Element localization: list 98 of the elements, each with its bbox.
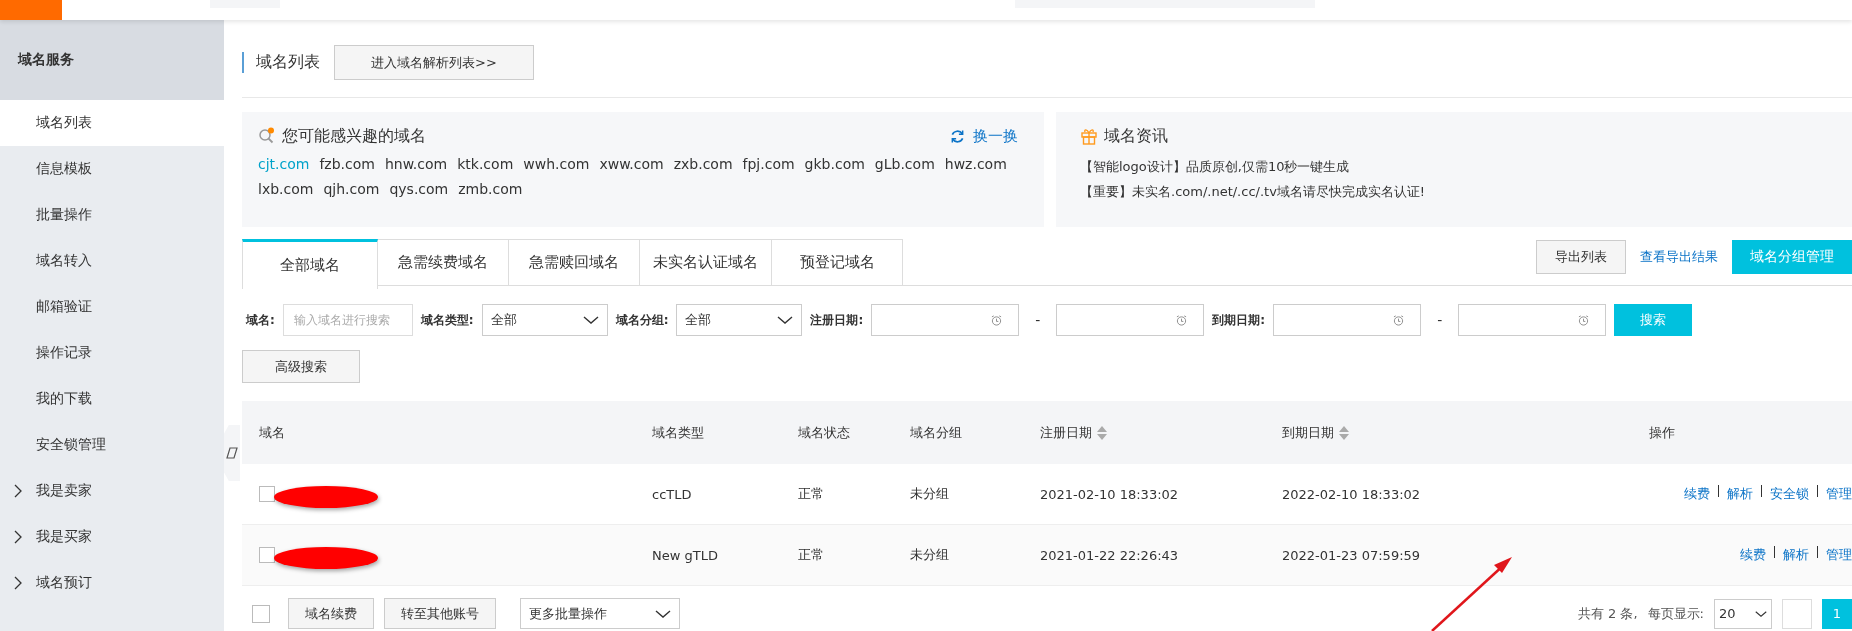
export-results-link[interactable]: 查看导出结果	[1640, 248, 1718, 266]
column-header[interactable]: 注册日期	[1040, 423, 1108, 442]
tab[interactable]: 预登记域名	[772, 239, 903, 285]
domain-link[interactable]: fzb.com	[319, 154, 375, 175]
range-separator: -	[1034, 312, 1042, 328]
sort-icon	[1338, 424, 1350, 441]
action-link[interactable]: 管理	[1826, 546, 1852, 564]
domain-link[interactable]: lxb.com	[258, 179, 314, 200]
domain-link[interactable]: wwh.com	[523, 154, 590, 175]
sort-icon	[1096, 424, 1108, 441]
total-count: 共有 2 条,	[1577, 604, 1638, 623]
batch-button[interactable]: 转至其他账号	[384, 598, 496, 629]
domain-link[interactable]: fpj.com	[742, 154, 795, 175]
chevron-icon	[13, 576, 23, 590]
alarm-clock-icon	[1578, 314, 1590, 326]
table-cell-text: 2022-02-10 18:33:02	[1282, 486, 1422, 502]
filter-label: 注册日期:	[810, 311, 864, 329]
chevron-icon	[13, 530, 23, 544]
checkbox[interactable]	[259, 486, 275, 502]
tab[interactable]: 急需赎回域名	[509, 239, 640, 285]
alarm-clock-icon	[1176, 314, 1188, 326]
alarm-clock-icon	[991, 314, 1003, 326]
news-link[interactable]: 【重要】未实名.com/.net/.cc/.tv域名请尽快完成实名认证!	[1080, 179, 1836, 204]
type-dropdown[interactable]: 全部	[481, 304, 608, 336]
filter-label: 域名:	[246, 311, 275, 329]
chevron-icon	[13, 484, 23, 498]
table-cell-text: New gTLD	[652, 547, 719, 563]
collapse-handle[interactable]	[224, 425, 240, 481]
table-cell-text: 未分组	[910, 485, 950, 503]
domain-search-field[interactable]: 输入域名进行搜索	[282, 304, 413, 336]
action-link[interactable]: 安全锁	[1770, 485, 1809, 503]
caret-icon	[1755, 609, 1767, 618]
column-header: 域名状态	[798, 423, 850, 442]
column-header: 域名分组	[910, 423, 962, 442]
export-button[interactable]: 导出列表	[1536, 240, 1626, 274]
tab[interactable]: 急需续费域名	[378, 239, 509, 285]
sidebar-header: 域名服务	[0, 20, 224, 100]
action-link[interactable]: 解析	[1783, 546, 1809, 564]
action-link[interactable]: 续费	[1740, 546, 1766, 564]
resolve-list-button[interactable]: 进入域名解析列表>>	[334, 45, 534, 80]
domain-link[interactable]: gLb.com	[874, 154, 935, 175]
caret-icon	[582, 315, 599, 325]
domain-link[interactable]: zxb.com	[673, 154, 733, 175]
caret-icon	[655, 608, 671, 619]
column-header: 域名	[259, 423, 285, 442]
date-field[interactable]	[1273, 304, 1422, 336]
table-cell-text: ccTLD	[652, 486, 693, 502]
domain-link[interactable]: gkb.com	[804, 154, 865, 175]
search-icon	[258, 127, 276, 145]
filter-label: 域名分组:	[615, 311, 669, 329]
per-page-label: 每页显示:	[1647, 604, 1704, 623]
domain-link[interactable]: qys.com	[389, 179, 449, 200]
select-all-checkbox[interactable]	[252, 604, 270, 623]
batch-dropdown[interactable]: 更多批量操作	[520, 598, 680, 629]
refresh-icon	[950, 128, 965, 144]
card-title: 域名资讯	[1104, 125, 1168, 147]
gift-icon	[1080, 127, 1098, 145]
action-link[interactable]: 解析	[1727, 485, 1753, 503]
tab[interactable]: 全部域名	[242, 239, 378, 289]
group-dropdown[interactable]: 全部	[676, 304, 803, 336]
column-header: 域名类型	[652, 423, 704, 442]
filter-label: 到期日期:	[1212, 311, 1266, 329]
date-field[interactable]	[1056, 304, 1205, 336]
table-cell-text: 正常	[798, 485, 825, 503]
domain-link[interactable]: hnw.com	[384, 154, 448, 175]
action-link[interactable]: 续费	[1684, 485, 1710, 503]
domain-link[interactable]: xww.com	[599, 154, 664, 175]
checkbox[interactable]	[259, 547, 275, 563]
caret-icon	[777, 315, 794, 325]
table-cell-text: 2022-01-23 07:59:59	[1282, 547, 1422, 563]
sidebar-item[interactable]: 域名列表	[0, 100, 224, 146]
action-link[interactable]: 管理	[1826, 485, 1852, 503]
filter-label: 域名类型:	[420, 311, 474, 329]
date-field[interactable]	[1458, 304, 1607, 336]
domain-link[interactable]: zmb.com	[458, 179, 523, 200]
table-cell-text: 2021-01-22 22:26:43	[1040, 547, 1180, 563]
advanced-search-button[interactable]: 高级搜索	[242, 350, 360, 383]
tab[interactable]: 未实名认证域名	[640, 239, 772, 285]
collapse-icon	[226, 446, 238, 460]
card-title: 您可能感兴趣的域名	[282, 125, 426, 147]
page-title: 域名列表	[242, 52, 320, 73]
range-separator: -	[1436, 312, 1444, 328]
domain-link[interactable]: hwz.com	[944, 154, 1007, 175]
table-cell-text: 未分组	[910, 546, 950, 564]
domain-link[interactable]: qjh.com	[323, 179, 380, 200]
logo-block[interactable]	[0, 0, 62, 20]
column-header: 操作	[1649, 423, 1675, 442]
date-field[interactable]	[871, 304, 1020, 336]
refresh-link[interactable]: 换一换	[950, 126, 1018, 146]
per-page-dropdown[interactable]: 20	[1714, 598, 1772, 629]
alarm-clock-icon	[1393, 314, 1405, 326]
table-cell-text: 正常	[798, 546, 825, 564]
batch-button[interactable]: 域名续费	[288, 598, 374, 629]
news-link[interactable]: 【智能logo设计】品质原创,仅需10秒一键生成	[1080, 154, 1836, 179]
column-header[interactable]: 到期日期	[1282, 423, 1350, 442]
domain-link[interactable]: ktk.com	[457, 154, 514, 175]
prev-page-button[interactable]	[1782, 598, 1812, 629]
table-cell-text: 2021-02-10 18:33:02	[1040, 486, 1180, 502]
